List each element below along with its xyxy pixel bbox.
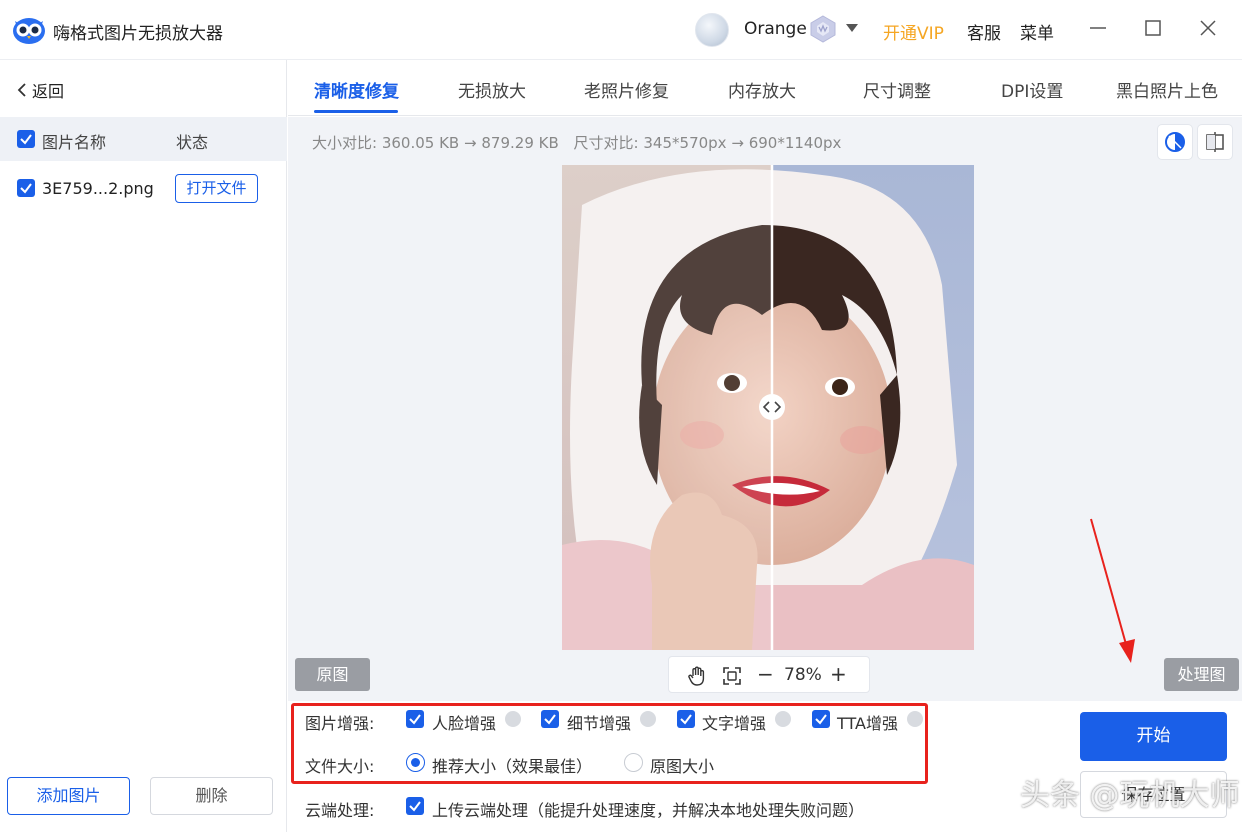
- username[interactable]: Orange: [744, 19, 807, 39]
- maximize-icon[interactable]: [1142, 17, 1164, 39]
- original-size-radio[interactable]: [624, 753, 643, 772]
- text-enhance-option[interactable]: 文字增强: [702, 710, 766, 734]
- delete-button[interactable]: 删除: [150, 777, 273, 815]
- vip-badge-icon: [810, 15, 836, 43]
- dim-compare-label: 尺寸对比:: [573, 134, 639, 152]
- close-icon[interactable]: [1197, 17, 1219, 39]
- back-label: 返回: [32, 82, 65, 101]
- chevron-down-icon[interactable]: [845, 22, 859, 34]
- check-icon: [409, 801, 421, 812]
- recommended-size-option[interactable]: 推荐大小（效果最佳）: [432, 753, 592, 777]
- column-header-name: 图片名称: [42, 133, 107, 152]
- annotation-arrow-icon: [1090, 518, 1135, 663]
- play-demo-icon[interactable]: [775, 711, 791, 727]
- processed-image-button[interactable]: 处理图: [1164, 658, 1239, 691]
- zoom-in-button[interactable]: +: [830, 662, 847, 686]
- zoom-out-button[interactable]: −: [757, 662, 774, 686]
- add-image-button[interactable]: 添加图片: [7, 777, 130, 815]
- file-list-item[interactable]: 3E759...2.png 打开文件: [0, 166, 287, 210]
- split-view-icon: [1206, 132, 1224, 152]
- play-demo-icon[interactable]: [640, 711, 656, 727]
- tta-enhance-checkbox[interactable]: [812, 710, 830, 728]
- owl-logo-icon: [13, 18, 45, 44]
- zoom-toolbar: − 78% +: [668, 656, 870, 693]
- minimize-icon[interactable]: [1087, 17, 1109, 39]
- arrow-right-icon: →: [731, 134, 744, 152]
- play-demo-icon[interactable]: [505, 711, 521, 727]
- original-size-option[interactable]: 原图大小: [650, 753, 714, 777]
- watermark: 头条 @玩机大师: [1020, 778, 1240, 813]
- tab-memory-upscale[interactable]: 内存放大: [728, 77, 796, 102]
- comparison-photo[interactable]: [562, 165, 974, 650]
- column-header-status: 状态: [176, 133, 209, 152]
- recommended-size-radio[interactable]: [406, 753, 425, 772]
- customer-service-link[interactable]: 客服: [967, 19, 1001, 44]
- arrow-right-icon: →: [464, 134, 477, 152]
- filesize-label: 文件大小:: [305, 757, 375, 776]
- file-checkbox[interactable]: [17, 179, 35, 197]
- app-title: 嗨格式图片无损放大器: [53, 24, 223, 44]
- cloud-process-checkbox[interactable]: [406, 797, 424, 815]
- dim-before: 345*570px: [643, 134, 727, 152]
- active-tab-indicator: [314, 110, 398, 113]
- file-name: 3E759...2.png: [42, 179, 154, 198]
- compare-info: 大小对比: 360.05 KB → 879.29 KB 尺寸对比: 345*57…: [312, 132, 841, 153]
- start-button[interactable]: 开始: [1080, 712, 1227, 761]
- tab-resize[interactable]: 尺寸调整: [863, 77, 931, 102]
- dim-after: 690*1140px: [748, 134, 842, 152]
- tab-clarity-repair[interactable]: 清晰度修复: [314, 77, 399, 102]
- chevron-left-icon: [17, 83, 26, 97]
- back-button[interactable]: 返回: [16, 78, 64, 102]
- menu-link[interactable]: 菜单: [1020, 19, 1054, 44]
- text-enhance-checkbox[interactable]: [677, 710, 695, 728]
- open-vip-link[interactable]: 开通VIP: [883, 19, 944, 44]
- cloud-label: 云端处理:: [305, 801, 375, 820]
- face-enhance-option[interactable]: 人脸增强: [432, 710, 496, 734]
- size-before: 360.05 KB: [381, 134, 460, 152]
- select-all-checkbox[interactable]: [17, 130, 35, 148]
- tab-lossless-upscale[interactable]: 无损放大: [458, 77, 526, 102]
- tab-dpi-settings[interactable]: DPI设置: [1001, 77, 1063, 102]
- size-compare-label: 大小对比:: [312, 134, 378, 152]
- compare-mode-button[interactable]: [1157, 124, 1193, 160]
- fit-screen-icon[interactable]: [721, 665, 743, 687]
- tab-old-photo-repair[interactable]: 老照片修复: [584, 77, 669, 102]
- check-icon: [815, 714, 827, 725]
- check-icon: [544, 714, 556, 725]
- split-view-button[interactable]: [1197, 124, 1233, 160]
- title-bar: 嗨格式图片无损放大器 Orange 开通VIP 客服 菜单: [0, 0, 1242, 60]
- check-icon: [20, 134, 32, 145]
- check-icon: [680, 714, 692, 725]
- feature-tabs: 清晰度修复 无损放大 老照片修复 内存放大 尺寸调整 DPI设置 黑白照片上色: [288, 60, 1242, 116]
- face-enhance-checkbox[interactable]: [406, 710, 424, 728]
- play-demo-icon[interactable]: [907, 711, 923, 727]
- detail-enhance-option[interactable]: 细节增强: [567, 710, 631, 734]
- open-file-button[interactable]: 打开文件: [175, 174, 258, 203]
- original-image-button[interactable]: 原图: [295, 658, 370, 691]
- file-list-header: 图片名称 状态: [0, 117, 287, 161]
- check-icon: [409, 714, 421, 725]
- zoom-level: 78%: [784, 665, 822, 685]
- size-after: 879.29 KB: [481, 134, 559, 152]
- tab-colorize[interactable]: 黑白照片上色: [1116, 77, 1218, 102]
- tta-enhance-option[interactable]: TTA增强: [837, 710, 898, 734]
- check-icon: [20, 183, 32, 194]
- hand-pan-icon[interactable]: [686, 665, 708, 687]
- cloud-process-option[interactable]: 上传云端处理（能提升处理速度，并解决本地处理失败问题）: [432, 797, 864, 821]
- enhance-label: 图片增强:: [305, 714, 375, 733]
- file-sidebar: 返回 图片名称 状态 3E759...2.png 打开文件 添加图片 删除: [0, 60, 287, 832]
- user-avatar[interactable]: [695, 13, 729, 47]
- contrast-compare-icon: [1165, 132, 1185, 152]
- detail-enhance-checkbox[interactable]: [541, 710, 559, 728]
